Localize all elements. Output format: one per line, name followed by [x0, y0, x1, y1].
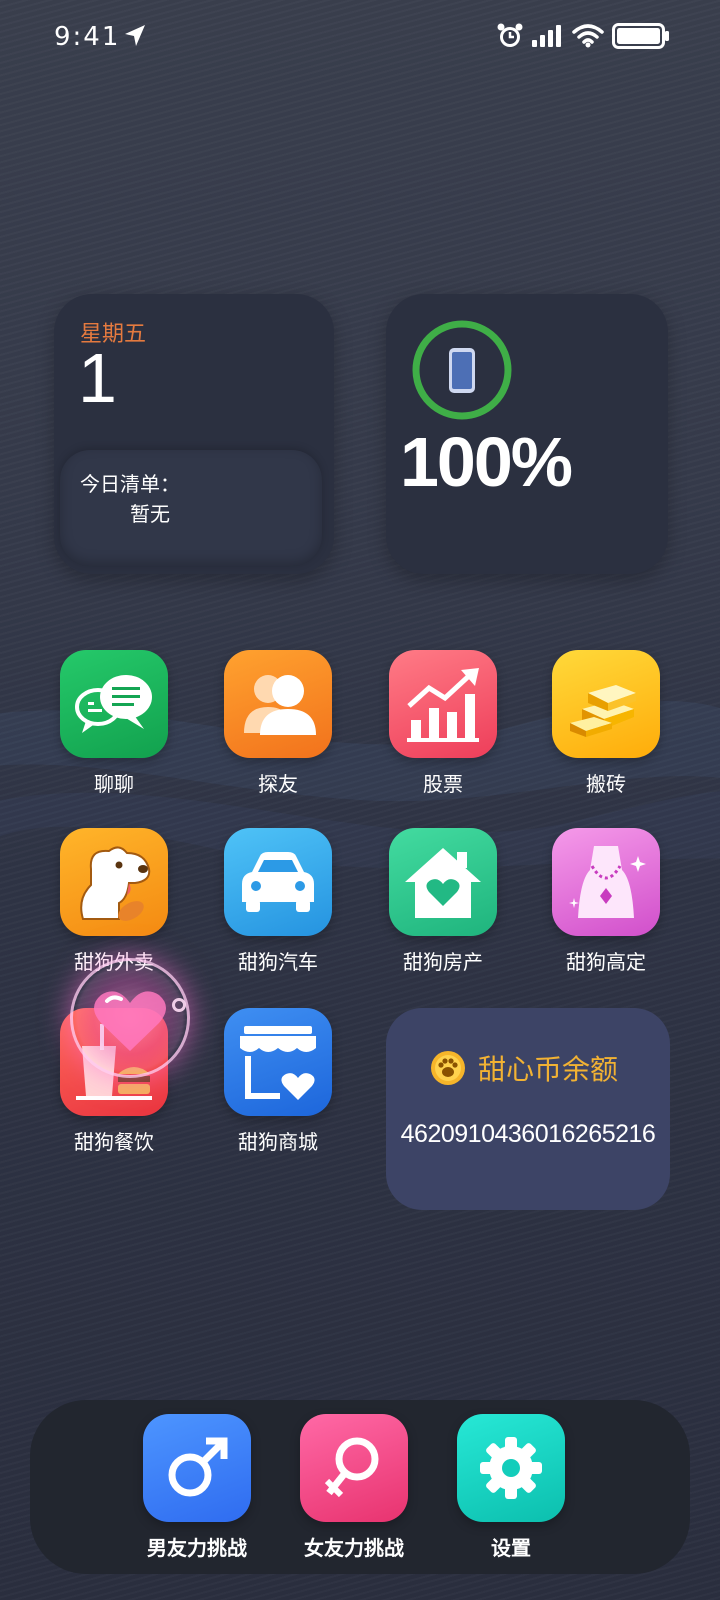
app-dog-mall[interactable]: 甜狗商城 [213, 1008, 343, 1155]
female-symbol-icon [300, 1414, 408, 1522]
app-label: 女友力挑战 [304, 1536, 404, 1560]
dock-boyfriend-challenge[interactable]: 男友力挑战 [132, 1414, 262, 1561]
status-bar: 9:41 [0, 0, 720, 80]
app-label: 探友 [258, 772, 298, 796]
app-label: 甜狗商城 [238, 1130, 318, 1154]
coin-title: 甜心币余额 [478, 1053, 619, 1086]
battery-ring [412, 320, 512, 420]
coin-balance-card[interactable]: 甜心币余额 46209104360162652​16 [386, 1008, 670, 1210]
app-label: 股票 [423, 772, 463, 796]
coin-value: 46209104360162652​16 [400, 1120, 656, 1148]
floating-heart-bubble[interactable] [70, 958, 190, 1078]
battery-widget[interactable]: 100% [386, 294, 668, 574]
location-arrow-icon [125, 25, 145, 46]
app-label: 男友力挑战 [147, 1536, 247, 1560]
todo-panel: 今日清单： 暂无 [60, 450, 322, 566]
stock-chart-icon [389, 650, 497, 758]
app-dog-realestate[interactable]: 甜狗房产 [378, 828, 508, 975]
dock-settings[interactable]: 设置 [446, 1414, 576, 1561]
battery-percent: 100% [400, 423, 573, 501]
app-dog-delivery[interactable]: 甜狗外卖 [49, 828, 179, 975]
gear-icon [457, 1414, 565, 1522]
cellular-signal-icon [532, 25, 561, 47]
app-label: 甜狗房产 [403, 950, 483, 974]
day-number: 1 [78, 339, 117, 417]
todo-title: 今日清单： [80, 472, 180, 496]
app-bricks[interactable]: 搬砖 [541, 650, 671, 797]
app-friends[interactable]: 探友 [213, 650, 343, 797]
app-stocks[interactable]: 股票 [378, 650, 508, 797]
alarm-icon [497, 23, 523, 47]
app-chat[interactable]: 聊聊 [49, 650, 179, 797]
dock: 男友力挑战 女友力挑战 设置 [30, 1400, 690, 1574]
app-label: 聊聊 [94, 772, 134, 796]
todo-value: 暂无 [130, 502, 170, 526]
dog-icon [60, 828, 168, 936]
app-label: 甜狗高定 [566, 950, 646, 974]
date-widget[interactable]: 星期五 1 今日清单： 暂无 [54, 294, 334, 574]
app-label: 搬砖 [586, 772, 626, 796]
app-dog-couture[interactable]: 甜狗高定 [541, 828, 671, 975]
bubble-dot [172, 998, 186, 1012]
app-dog-car[interactable]: 甜狗汽车 [213, 828, 343, 975]
wallpaper-texture [0, 0, 720, 1600]
heart-icon [94, 991, 166, 1051]
male-symbol-icon [143, 1414, 251, 1522]
app-label: 甜狗汽车 [238, 950, 318, 974]
house-heart-icon [389, 828, 497, 936]
store-heart-icon [224, 1008, 332, 1116]
app-label: 设置 [491, 1536, 531, 1560]
paw-coin-icon [431, 1051, 465, 1085]
necklace-icon [552, 828, 660, 936]
phone-icon [449, 348, 475, 393]
app-label: 甜狗餐饮 [74, 1130, 154, 1154]
status-time: 9:41 [54, 22, 121, 52]
chat-bubbles-icon [60, 650, 168, 758]
car-icon [224, 828, 332, 936]
dock-girlfriend-challenge[interactable]: 女友力挑战 [289, 1414, 419, 1561]
friends-icon [224, 650, 332, 758]
gold-bars-icon [552, 650, 660, 758]
battery-icon [612, 23, 669, 49]
wifi-icon [572, 24, 604, 48]
